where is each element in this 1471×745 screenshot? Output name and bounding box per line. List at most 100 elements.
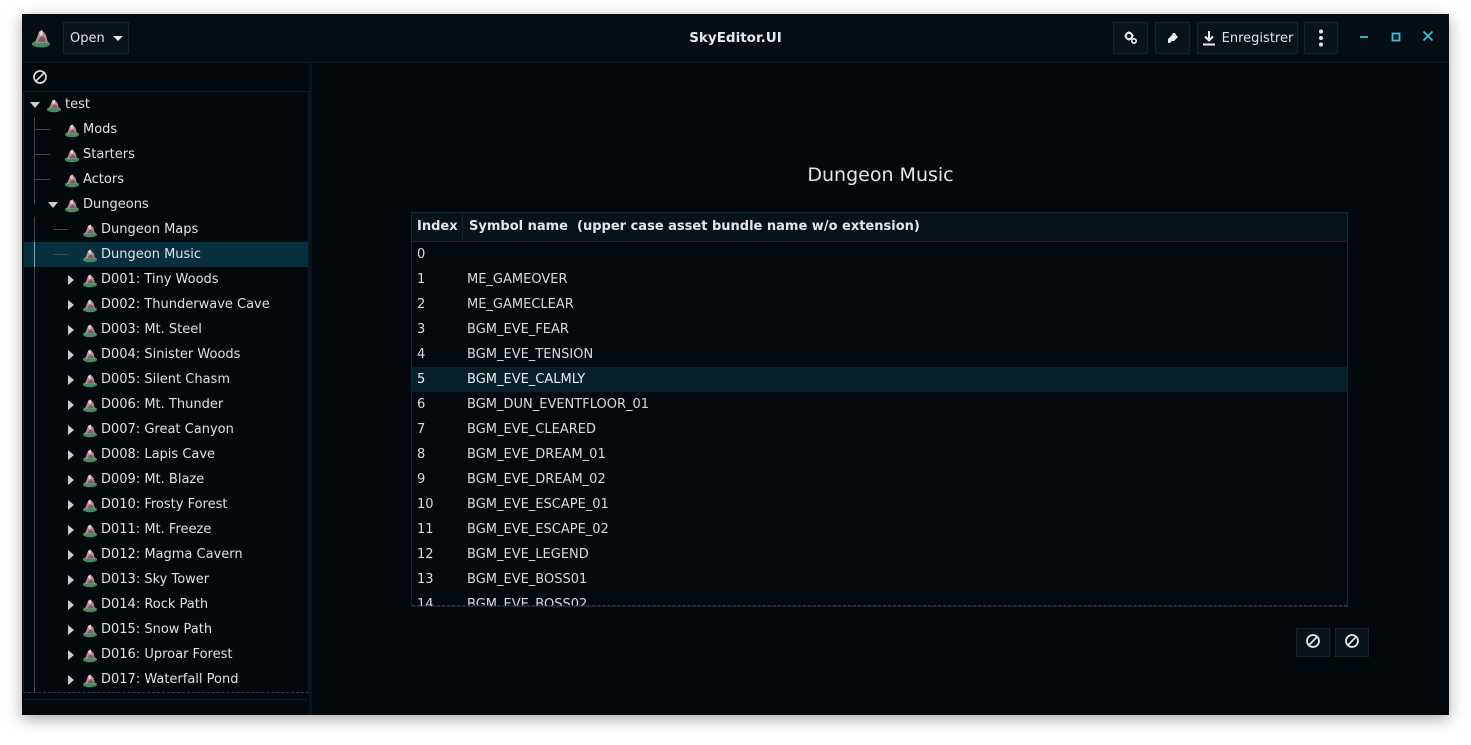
- table-row[interactable]: 11 BGM_EVE_ESCAPE_02: [412, 517, 1347, 542]
- tree-item[interactable]: D006: Mt. Thunder: [24, 392, 308, 417]
- tree-item-label: D016: Uproar Forest: [101, 647, 233, 662]
- expand-right-icon[interactable]: [66, 417, 76, 442]
- tree-item-label: D002: Thunderwave Cave: [101, 297, 270, 312]
- expand-right-icon[interactable]: [66, 342, 76, 367]
- table-row[interactable]: 13 BGM_EVE_BOSS01: [412, 567, 1347, 592]
- expand-right-icon[interactable]: [66, 267, 76, 292]
- tree-item[interactable]: D002: Thunderwave Cave: [24, 292, 308, 317]
- tree-item[interactable]: Dungeons: [24, 192, 308, 217]
- gears-button[interactable]: [1113, 22, 1148, 54]
- cell-symbol-name[interactable]: BGM_EVE_CLEARED: [467, 417, 596, 442]
- expand-right-icon[interactable]: [66, 442, 76, 467]
- sidebar-footer: [23, 699, 307, 715]
- open-menu-button[interactable]: Open: [63, 22, 129, 54]
- save-button[interactable]: Enregistrer: [1197, 22, 1298, 54]
- project-node-icon: [82, 472, 98, 488]
- tree-connector: [35, 154, 50, 155]
- cell-symbol-name[interactable]: BGM_EVE_TENSION: [467, 342, 593, 367]
- expand-right-icon[interactable]: [66, 317, 76, 342]
- cell-symbol-name[interactable]: BGM_DUN_EVENTFLOOR_01: [467, 392, 649, 417]
- tree-item[interactable]: D009: Mt. Blaze: [24, 467, 308, 492]
- expand-down-icon[interactable]: [48, 192, 58, 217]
- expand-right-icon[interactable]: [66, 392, 76, 417]
- cell-symbol-name[interactable]: ME_GAMEOVER: [467, 267, 567, 292]
- tree-item[interactable]: Dungeon Maps: [24, 217, 308, 242]
- cell-symbol-name[interactable]: ME_GAMECLEAR: [467, 292, 574, 317]
- tree-item[interactable]: D001: Tiny Woods: [24, 267, 308, 292]
- tree-item[interactable]: Mods: [24, 117, 308, 142]
- expand-right-icon[interactable]: [66, 642, 76, 667]
- project-tree[interactable]: test Mods Starters Actors Dungeons Dungeon Ma…: [23, 91, 309, 693]
- expand-right-icon[interactable]: [66, 592, 76, 617]
- tree-item[interactable]: D011: Mt. Freeze: [24, 517, 308, 542]
- tree-item[interactable]: Starters: [24, 142, 308, 167]
- table-row[interactable]: 8 BGM_EVE_DREAM_01: [412, 442, 1347, 467]
- expand-down-icon[interactable]: [30, 92, 40, 117]
- tree-item[interactable]: D013: Sky Tower: [24, 567, 308, 592]
- expand-right-icon[interactable]: [66, 667, 76, 692]
- block-icon[interactable]: [32, 69, 48, 85]
- minimize-button[interactable]: [1352, 26, 1376, 50]
- tree-item[interactable]: D003: Mt. Steel: [24, 317, 308, 342]
- tree-item[interactable]: Dungeon Music: [24, 242, 308, 267]
- table-row[interactable]: 7 BGM_EVE_CLEARED: [412, 417, 1347, 442]
- tree-item[interactable]: D014: Rock Path: [24, 592, 308, 617]
- cell-symbol-name[interactable]: BGM_EVE_LEGEND: [467, 542, 589, 567]
- tree-item[interactable]: D005: Silent Chasm: [24, 367, 308, 392]
- project-node-icon: [82, 422, 98, 438]
- cell-symbol-name[interactable]: BGM_EVE_CALMLY: [467, 367, 585, 392]
- table-row[interactable]: 12 BGM_EVE_LEGEND: [412, 542, 1347, 567]
- table-row[interactable]: 2 ME_GAMECLEAR: [412, 292, 1347, 317]
- table-row[interactable]: 1 ME_GAMEOVER: [412, 267, 1347, 292]
- expand-right-icon[interactable]: [66, 567, 76, 592]
- table-row[interactable]: 3 BGM_EVE_FEAR: [412, 317, 1347, 342]
- expand-right-icon[interactable]: [66, 617, 76, 642]
- table-row[interactable]: 5 BGM_EVE_CALMLY: [412, 367, 1347, 392]
- tree-item[interactable]: D017: Waterfall Pond: [24, 667, 308, 692]
- cell-symbol-name[interactable]: BGM_EVE_BOSS01: [467, 567, 587, 592]
- maximize-button[interactable]: [1384, 26, 1408, 50]
- tree-item[interactable]: D016: Uproar Forest: [24, 642, 308, 667]
- cell-symbol-name[interactable]: BGM_EVE_ESCAPE_01: [467, 492, 609, 517]
- table-row[interactable]: 4 BGM_EVE_TENSION: [412, 342, 1347, 367]
- close-button[interactable]: [1416, 26, 1440, 50]
- table-header: Index Symbol name (upper case asset bund…: [412, 213, 1347, 242]
- expand-right-icon[interactable]: [66, 517, 76, 542]
- tree-item[interactable]: D004: Sinister Woods: [24, 342, 308, 367]
- tree-item[interactable]: D010: Frosty Forest: [24, 492, 308, 517]
- expand-right-icon[interactable]: [66, 467, 76, 492]
- cell-symbol-name[interactable]: BGM_EVE_DREAM_02: [467, 467, 606, 492]
- project-node-icon: [82, 672, 98, 688]
- expand-right-icon[interactable]: [66, 292, 76, 317]
- more-options-button[interactable]: [1304, 22, 1338, 54]
- expand-right-icon[interactable]: [66, 542, 76, 567]
- tree-item[interactable]: D012: Magma Cavern: [24, 542, 308, 567]
- cell-symbol-name[interactable]: BGM_EVE_DREAM_01: [467, 442, 606, 467]
- table-row[interactable]: 10 BGM_EVE_ESCAPE_01: [412, 492, 1347, 517]
- cell-symbol-name[interactable]: BGM_EVE_ESCAPE_02: [467, 517, 609, 542]
- table-row[interactable]: 0: [412, 242, 1347, 267]
- app-window: Open SkyEditor.UI Enregistrer test Mods …: [22, 14, 1449, 715]
- expand-right-icon[interactable]: [66, 492, 76, 517]
- cell-index: 5: [417, 372, 426, 387]
- project-node-icon: [46, 97, 62, 113]
- column-header-symbol[interactable]: Symbol name (upper case asset bundle nam…: [469, 213, 920, 241]
- tree-item-label: D004: Sinister Woods: [101, 347, 241, 362]
- project-node-icon: [82, 572, 98, 588]
- tree-item[interactable]: D007: Great Canyon: [24, 417, 308, 442]
- project-node-icon: [82, 247, 98, 263]
- expand-right-icon[interactable]: [66, 367, 76, 392]
- close-icon: [1422, 30, 1434, 46]
- table-row[interactable]: 6 BGM_DUN_EVENTFLOOR_01: [412, 392, 1347, 417]
- tree-item[interactable]: Actors: [24, 167, 308, 192]
- table-row[interactable]: 9 BGM_EVE_DREAM_02: [412, 467, 1347, 492]
- tree-item[interactable]: test: [24, 92, 308, 117]
- tree-item[interactable]: D015: Snow Path: [24, 617, 308, 642]
- action-button-1[interactable]: [1296, 628, 1330, 657]
- tree-item[interactable]: D008: Lapis Cave: [24, 442, 308, 467]
- plugins-button[interactable]: [1155, 22, 1190, 54]
- column-header-index[interactable]: Index: [417, 213, 458, 241]
- column-separator[interactable]: [462, 213, 463, 241]
- cell-symbol-name[interactable]: BGM_EVE_FEAR: [467, 317, 569, 342]
- action-button-2[interactable]: [1335, 628, 1369, 657]
